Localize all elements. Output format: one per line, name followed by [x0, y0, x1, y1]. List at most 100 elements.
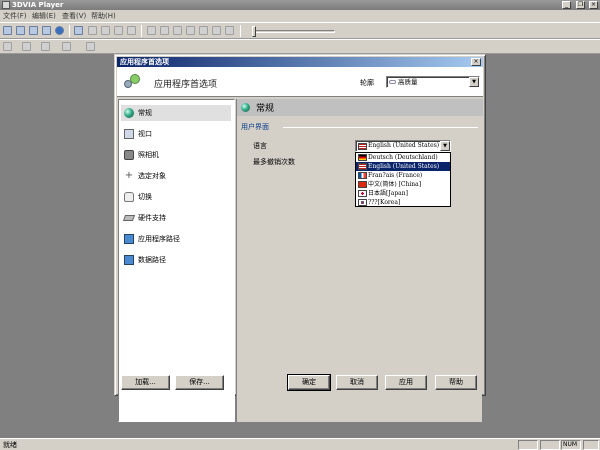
pause-icon[interactable]: [212, 26, 221, 35]
step-back-icon[interactable]: [160, 26, 169, 35]
language-option-kr[interactable]: ???[Korea]: [356, 198, 450, 207]
view-back-icon[interactable]: [101, 26, 110, 35]
app-title: 3DVIA Player: [12, 1, 64, 9]
restore-button[interactable]: ❐: [576, 1, 585, 9]
save-icon[interactable]: [16, 26, 25, 35]
nav-item-hardware[interactable]: 硬件支持: [121, 210, 231, 226]
globe-icon: [124, 108, 134, 118]
hardware-icon: [122, 215, 136, 221]
view-right-icon[interactable]: [127, 26, 136, 35]
open-icon[interactable]: [3, 26, 12, 35]
hand-icon: [124, 192, 134, 202]
load-button[interactable]: 加载...: [121, 375, 170, 390]
timeline-slider-thumb[interactable]: [252, 26, 256, 37]
camera-icon: [124, 150, 134, 160]
apply-button[interactable]: 应用: [385, 375, 427, 390]
nav-item-label: 选定对象: [138, 172, 166, 180]
dialog-header: 应用程序首选项 轮廓 高质量 ▼: [117, 67, 483, 97]
skip-start-icon[interactable]: [147, 26, 156, 35]
menu-bar: 文件(F) 编辑(E) 查看(V) 帮助(H): [0, 10, 600, 22]
nav-item-general[interactable]: 常规: [121, 105, 231, 121]
language-option-cn[interactable]: 中文(简体) [China]: [356, 180, 450, 189]
language-option-fr[interactable]: Fran?ais (France): [356, 171, 450, 180]
nav-item-data-path[interactable]: 数据路径: [121, 252, 231, 268]
minimize-button[interactable]: _: [562, 1, 571, 9]
move-icon[interactable]: [62, 42, 71, 51]
quality-value: 高质量: [398, 78, 418, 86]
zoom-icon[interactable]: [41, 42, 50, 51]
language-dropdown-list: Deutsch (Deutschland) English (United St…: [355, 152, 451, 207]
chevron-down-icon[interactable]: ▼: [469, 77, 479, 87]
loop-icon[interactable]: [225, 26, 234, 35]
ok-button[interactable]: 确定: [287, 374, 331, 391]
language-select[interactable]: English (United States) ▼: [355, 140, 451, 152]
nav-item-app-path[interactable]: 应用程序路径: [121, 231, 231, 247]
menu-edit[interactable]: 编辑(E): [30, 11, 58, 21]
play-icon[interactable]: [173, 26, 182, 35]
app-icon: [2, 1, 10, 9]
status-pane: [583, 440, 599, 450]
app-path-icon: [124, 234, 134, 244]
nav-item-label: 切换: [138, 193, 152, 201]
cancel-button[interactable]: 取消: [336, 375, 378, 390]
step-forward-icon[interactable]: [186, 26, 195, 35]
menu-help[interactable]: 帮助(H): [89, 11, 118, 21]
de-flag-icon: [358, 154, 367, 161]
fr-flag-icon: [358, 172, 367, 179]
quality-select[interactable]: 高质量 ▼: [386, 76, 480, 88]
view-left-icon[interactable]: [114, 26, 123, 35]
view-front-icon[interactable]: [88, 26, 97, 35]
nav-item-camera[interactable]: 照相机: [121, 147, 231, 163]
data-path-icon: [124, 255, 134, 265]
app-title-bar: 3DVIA Player _ ❐ ×: [0, 0, 600, 10]
menu-file[interactable]: 文件(F): [1, 11, 29, 21]
status-bar: 就绪 NUM: [0, 438, 600, 450]
num-lock-indicator: NUM: [563, 441, 578, 448]
status-pane: [540, 440, 560, 450]
language-option-label: 日本語[Japan]: [368, 190, 408, 197]
close-button[interactable]: ×: [589, 1, 598, 9]
nav-item-label: 应用程序路径: [138, 235, 180, 243]
nav-item-label: 视口: [138, 130, 152, 138]
language-option-jp[interactable]: 日本語[Japan]: [356, 189, 450, 198]
settings-icon[interactable]: [42, 26, 51, 35]
timeline-slider-track[interactable]: [255, 30, 335, 33]
home-icon[interactable]: [74, 26, 83, 35]
menu-view[interactable]: 查看(V): [60, 11, 88, 21]
nav-item-viewport[interactable]: 视口: [121, 126, 231, 142]
rotate-icon[interactable]: [3, 42, 12, 51]
nav-item-label: 硬件支持: [138, 214, 166, 222]
chevron-down-icon[interactable]: ▼: [440, 141, 450, 151]
us-flag-icon: [358, 143, 367, 150]
section-header: 常规: [237, 99, 483, 116]
group-divider: [283, 127, 478, 128]
pan-icon[interactable]: [22, 42, 31, 51]
export-icon[interactable]: [29, 26, 38, 35]
language-option-de[interactable]: Deutsch (Deutschland): [356, 153, 450, 162]
crosshair-icon: +: [124, 170, 134, 181]
help-button[interactable]: 帮助: [435, 375, 477, 390]
select-icon[interactable]: [86, 42, 95, 51]
jp-flag-icon: [358, 190, 367, 197]
language-value: English (United States): [368, 142, 440, 149]
info-icon[interactable]: [55, 26, 64, 35]
category-list: 常规 视口 照相机 + 选定对象 切换 硬件支持 应用程序路径 数据路径: [118, 99, 235, 422]
nav-item-label: 照相机: [138, 151, 159, 159]
nav-item-selection[interactable]: + 选定对象: [121, 168, 231, 184]
viewport-icon: [124, 129, 134, 139]
language-option-label: ???[Korea]: [368, 199, 401, 206]
language-option-us[interactable]: English (United States): [356, 162, 450, 171]
section-title: 常规: [256, 104, 275, 114]
toolbar-separator: [69, 25, 70, 37]
preferences-dialog: 应用程序首选项 × 应用程序首选项 轮廓 高质量 ▼ 常规 视口 照相机 + 选…: [114, 54, 486, 422]
language-label: 语言: [253, 142, 267, 150]
language-option-label: Deutsch (Deutschland): [368, 154, 438, 161]
status-text: 就绪: [3, 441, 17, 449]
kr-flag-icon: [358, 199, 367, 206]
secondary-toolbar: [0, 39, 600, 54]
language-option-label: English (United States): [368, 163, 440, 170]
nav-item-switch[interactable]: 切换: [121, 189, 231, 205]
save-button[interactable]: 保存...: [175, 375, 224, 390]
dialog-close-button[interactable]: ×: [471, 58, 481, 66]
stop-icon[interactable]: [199, 26, 208, 35]
